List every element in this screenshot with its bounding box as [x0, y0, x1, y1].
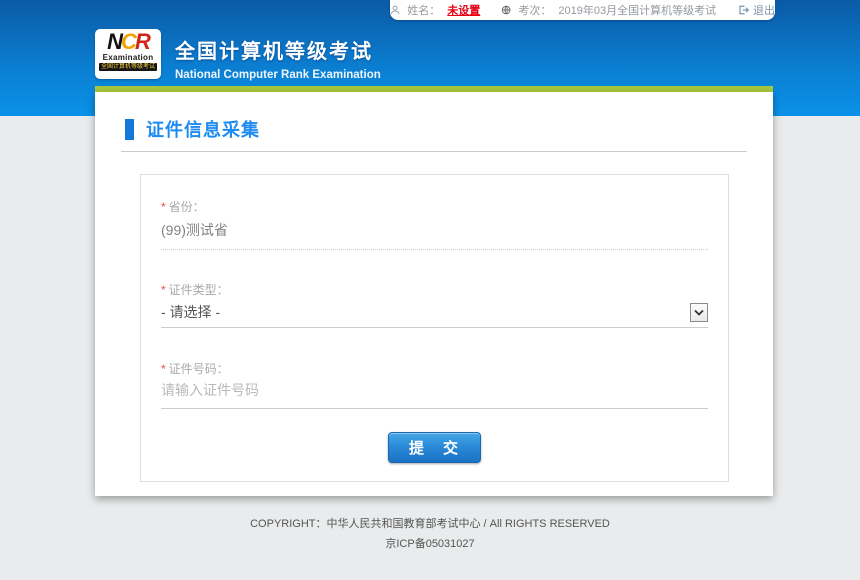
province-field: *省份： (99)测试省 — [161, 175, 708, 250]
copyright-line: COPYRIGHT：中华人民共和国教育部考试中心 / All RIGHTS RE… — [0, 514, 860, 534]
site-title-cn: 全国计算机等级考试 — [175, 35, 381, 64]
required-mark: * — [161, 362, 166, 376]
section-title-bar — [125, 119, 134, 140]
globe-icon — [501, 4, 511, 16]
session-label: 考次： — [518, 2, 551, 18]
cert-type-selected-value: - 请选择 - — [161, 302, 220, 322]
session-value: 2019年03月全国计算机等级考试 — [558, 2, 716, 18]
required-mark: * — [161, 283, 166, 297]
section-divider — [121, 151, 747, 152]
content-panel: 证件信息采集 *省份： (99)测试省 *证件类型： - 请选择 - *证件号码… — [95, 92, 773, 496]
page-footer: COPYRIGHT：中华人民共和国教育部考试中心 / All RIGHTS RE… — [0, 514, 860, 554]
section-header: 证件信息采集 — [125, 116, 745, 142]
province-value: (99)测试省 — [161, 220, 708, 250]
user-icon — [390, 4, 400, 16]
logout-icon — [737, 4, 749, 16]
cert-number-field: *证件号码： — [161, 328, 708, 409]
cert-type-select[interactable]: - 请选择 - — [161, 302, 708, 328]
brand-header: NCR Examination 全国计算机等级考试 全国计算机等级考试 Nati… — [95, 29, 381, 81]
submit-button[interactable]: 提 交 — [388, 432, 481, 463]
name-label: 姓名： — [407, 2, 440, 18]
user-topbar: 姓名： 未设置 考次： 2019年03月全国计算机等级考试 退出 — [390, 0, 775, 20]
cert-type-label: *证件类型： — [161, 281, 708, 298]
icp-number: 京ICP备05031027 — [0, 534, 860, 554]
site-title-en: National Computer Rank Examination — [175, 69, 381, 81]
cert-number-input[interactable] — [161, 382, 708, 409]
certificate-form: *省份： (99)测试省 *证件类型： - 请选择 - *证件号码： 提 交 — [140, 174, 729, 482]
logo-subtitle: Examination — [99, 53, 157, 62]
logout-button[interactable]: 退出 — [737, 2, 775, 18]
chevron-down-icon — [694, 309, 704, 316]
logo-strip-text: 全国计算机等级考试 — [99, 63, 157, 71]
logout-label: 退出 — [753, 2, 775, 18]
name-value-link[interactable]: 未设置 — [447, 2, 480, 18]
province-label: *省份： — [161, 198, 708, 215]
dropdown-arrow-box[interactable] — [690, 303, 708, 322]
cert-number-label: *证件号码： — [161, 360, 708, 377]
logo-letters: NCR — [99, 31, 157, 53]
ncre-logo: NCR Examination 全国计算机等级考试 — [95, 29, 161, 79]
cert-type-field: *证件类型： - 请选择 - — [161, 250, 708, 328]
section-title: 证件信息采集 — [146, 116, 260, 142]
required-mark: * — [161, 200, 166, 214]
